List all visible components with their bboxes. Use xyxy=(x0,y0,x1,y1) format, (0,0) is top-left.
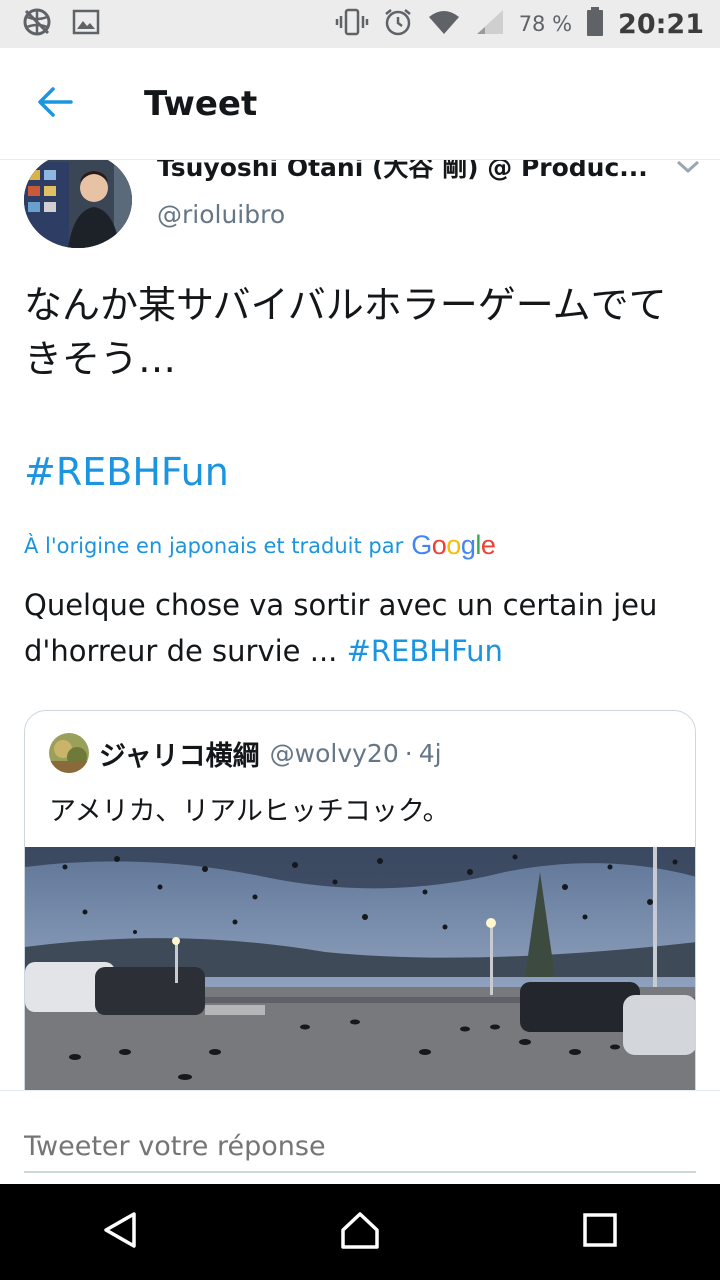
back-arrow-icon xyxy=(37,86,73,122)
recents-square-icon xyxy=(582,1212,618,1252)
back-triangle-icon xyxy=(100,1210,140,1254)
quoted-tweet-media[interactable] xyxy=(25,847,695,1090)
screen: 78 % 20:21 Tweet Tsuyoshi Otani (大谷 剛) @… xyxy=(0,0,720,1280)
app-header: Tweet xyxy=(0,48,720,160)
tweet-author: Tsuyoshi Otani (大谷 剛) @ Produc... @riolu… xyxy=(24,160,704,252)
tweet-hashtag[interactable]: #REBHFun xyxy=(24,450,229,494)
quoted-tweet[interactable]: ジャリコ横綱 @wolvy20 · 4j アメリカ、リアルヒッチコック。 xyxy=(24,710,696,1090)
tweet-menu-chevron-down-icon[interactable] xyxy=(672,160,704,178)
battery-percent: 78 % xyxy=(518,12,573,36)
nav-back-button[interactable] xyxy=(60,1184,180,1280)
translation-attribution: À l'origine en japonais et traduit par G… xyxy=(24,530,496,561)
alarm-icon xyxy=(383,7,413,41)
tweet-text: なんか某サバイバルホラーゲームでてきそう… xyxy=(24,283,667,381)
status-time: 20:21 xyxy=(618,8,704,40)
image-notification-icon xyxy=(72,9,100,39)
vibrate-icon xyxy=(335,8,369,40)
translation-label[interactable]: À l'origine en japonais et traduit par xyxy=(24,534,403,558)
author-name[interactable]: Tsuyoshi Otani (大谷 剛) @ Produc... xyxy=(157,160,657,184)
translated-text-body: Quelque chose va sortir avec un certain … xyxy=(24,588,658,668)
author-handle[interactable]: @rioluibro xyxy=(157,200,285,229)
reply-input[interactable] xyxy=(24,1091,696,1173)
quoted-tweet-header: ジャリコ横綱 @wolvy20 · 4j xyxy=(49,733,442,773)
system-navigation-bar xyxy=(0,1184,720,1280)
home-icon xyxy=(339,1210,381,1254)
translated-hashtag[interactable]: #REBHFun xyxy=(347,634,503,668)
tweet-detail: Tsuyoshi Otani (大谷 剛) @ Produc... @riolu… xyxy=(0,160,720,1090)
quoted-avatar xyxy=(49,733,89,773)
google-logo: Google xyxy=(411,530,496,560)
wifi-icon xyxy=(427,8,461,40)
translated-text: Quelque chose va sortir avec un certain … xyxy=(24,582,704,674)
reply-bar xyxy=(0,1090,720,1184)
quoted-timestamp: 4j xyxy=(418,738,442,768)
nav-home-button[interactable] xyxy=(300,1184,420,1280)
quoted-tweet-text: アメリカ、リアルヒッチコック。 xyxy=(49,796,450,827)
quoted-author-handle: @wolvy20 xyxy=(269,738,399,768)
status-bar: 78 % 20:21 xyxy=(0,0,720,48)
no-vpn-icon xyxy=(22,7,52,41)
quoted-author-name: ジャリコ横綱 xyxy=(99,740,260,772)
avatar[interactable] xyxy=(24,160,132,248)
page-title: Tweet xyxy=(144,83,258,124)
battery-icon xyxy=(586,7,604,41)
quoted-separator: · xyxy=(404,738,413,768)
signal-icon xyxy=(475,8,505,40)
nav-recents-button[interactable] xyxy=(540,1184,660,1280)
back-button[interactable] xyxy=(0,48,110,160)
